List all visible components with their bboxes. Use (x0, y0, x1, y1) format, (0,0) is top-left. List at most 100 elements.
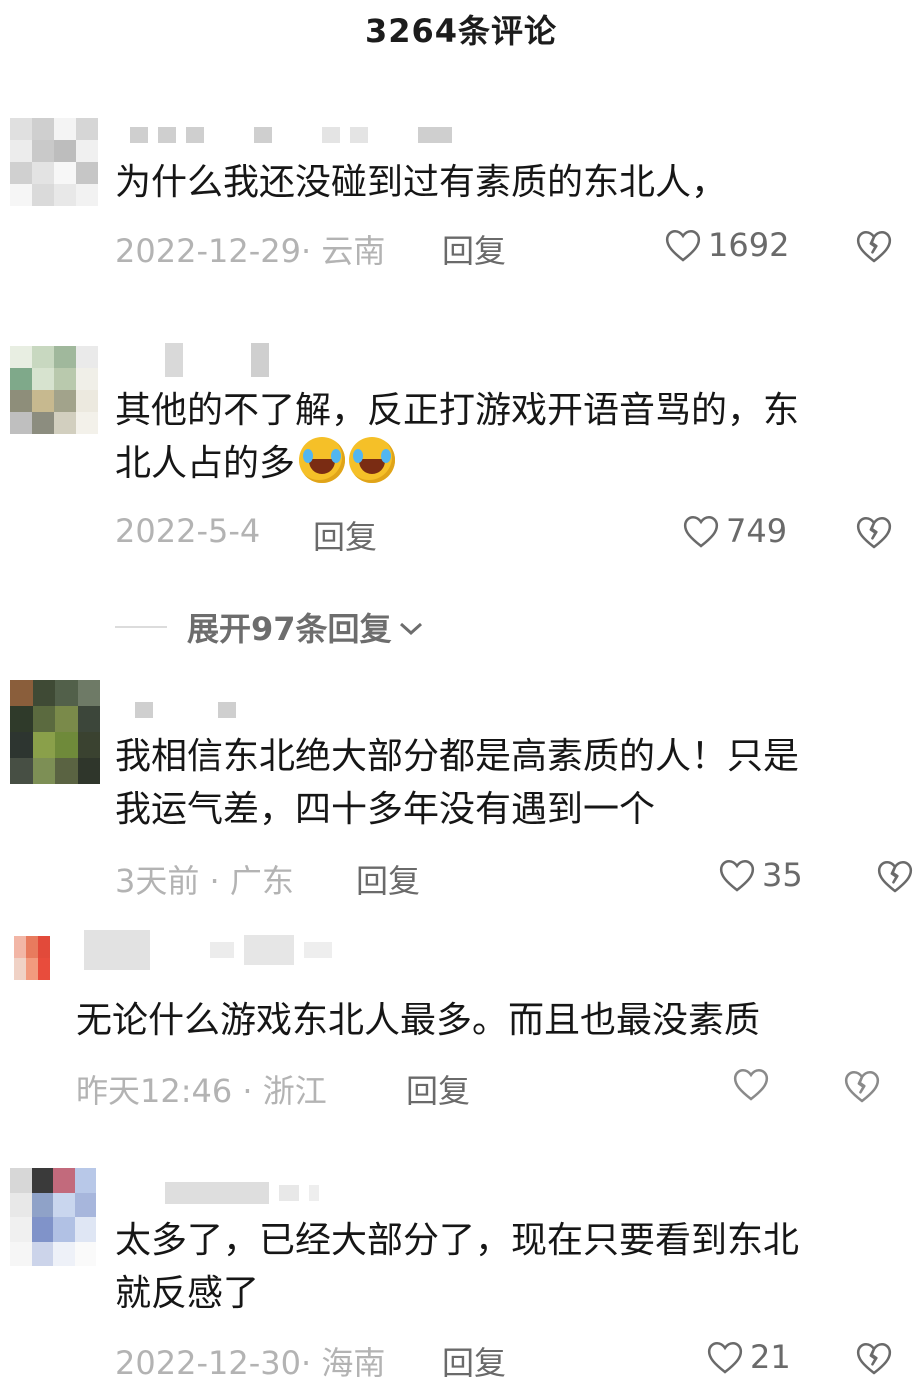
avatar-pixel (10, 390, 32, 412)
avatar-pixel (10, 346, 32, 368)
like-button[interactable]: 1692 (664, 226, 789, 264)
dislike-button[interactable] (855, 228, 893, 264)
avatar-pixel (54, 184, 76, 206)
avatar-pixel (53, 1192, 75, 1217)
avatar-pixel (76, 368, 98, 390)
reply-button[interactable]: 回复 (356, 856, 420, 902)
avatar-pixel (10, 412, 32, 434)
chevron-down-icon (398, 608, 424, 646)
comment-time-location: 昨天12:46 · 浙江 (76, 1072, 327, 1110)
avatar-pixel (31, 1192, 53, 1217)
avatar-pixel (77, 758, 100, 784)
avatar-pixel (53, 1217, 75, 1242)
avatar-pixel (26, 958, 38, 980)
avatar-pixel (54, 118, 76, 140)
like-button[interactable]: 35 (718, 856, 803, 894)
avatar-pixel (76, 390, 98, 412)
dislike-button[interactable] (843, 1068, 881, 1104)
broken-heart-icon (876, 858, 914, 894)
avatar-pixel (76, 118, 98, 140)
like-button[interactable]: 21 (706, 1338, 791, 1376)
like-count: 21 (750, 1338, 791, 1376)
dislike-button[interactable] (855, 514, 893, 550)
avatar-pixel (10, 1241, 32, 1266)
avatar[interactable] (10, 1168, 96, 1266)
comment-time-location: 2022-5-4 (115, 512, 261, 550)
avatar-pixel (32, 390, 54, 412)
like-button[interactable]: 749 (682, 512, 787, 550)
username-redacted[interactable] (135, 695, 236, 725)
avatar-pixel (26, 936, 38, 958)
comment-time-location: 2022-12-29· 云南 (115, 232, 386, 270)
avatar-pixel (10, 118, 32, 140)
expand-replies-label: 展开97条回复 (187, 610, 392, 648)
face-with-tears-of-joy-icon (299, 437, 346, 483)
avatar-pixel (77, 680, 100, 706)
dislike-button[interactable] (855, 1340, 893, 1376)
comment-text: 我相信东北绝大部分都是高素质的人！只是 我运气差，四十多年没有遇到一个 (115, 736, 800, 830)
username-redacted[interactable] (165, 1178, 319, 1208)
heart-icon (682, 513, 720, 549)
avatar[interactable] (10, 346, 98, 434)
avatar-pixel (10, 1168, 32, 1193)
avatar-pixel (10, 706, 33, 732)
comment-text-body: 其他的不了解，反正打游戏开语音骂的，东 北人占的多 (115, 390, 800, 484)
avatar-pixel (74, 1192, 96, 1217)
comment-text: 为什么我还没碰到过有素质的东北人， (115, 162, 728, 203)
avatar-pixel (76, 162, 98, 184)
like-button[interactable] (732, 1066, 776, 1102)
avatar-pixel (74, 1217, 96, 1242)
avatar-pixel (32, 140, 54, 162)
avatar-pixel (54, 390, 76, 412)
avatar-pixel (32, 412, 54, 434)
heart-icon (664, 227, 702, 263)
comment-text: 太多了，已经大部分了，现在只要看到东北 就反感了 (115, 1220, 800, 1314)
avatar[interactable] (10, 680, 100, 784)
avatar-pixel (32, 162, 54, 184)
broken-heart-icon (855, 228, 893, 264)
reply-button[interactable]: 回复 (313, 512, 377, 558)
avatar-pixel (55, 758, 78, 784)
avatar[interactable] (14, 936, 62, 980)
like-count: 1692 (708, 226, 790, 264)
avatar-pixel (54, 162, 76, 184)
avatar-pixel (76, 346, 98, 368)
avatar-pixel (74, 1168, 96, 1193)
username-redacted[interactable] (130, 120, 452, 150)
avatar-pixel (32, 118, 54, 140)
username-redacted[interactable] (84, 930, 332, 970)
comment-count-title: 3264条评论 (364, 12, 558, 50)
avatar-pixel (10, 140, 32, 162)
expand-replies-button[interactable]: 展开97条回复 (115, 604, 424, 650)
avatar-pixel (76, 184, 98, 206)
reply-button[interactable]: 回复 (442, 1338, 506, 1384)
broken-heart-icon (843, 1068, 881, 1104)
heart-icon (706, 1339, 744, 1375)
like-count: 749 (726, 512, 788, 550)
avatar-pixel (54, 412, 76, 434)
comment-time-location: 2022-12-30· 海南 (115, 1344, 386, 1382)
divider (115, 626, 167, 628)
reply-button[interactable]: 回复 (442, 226, 506, 272)
avatar-pixel (54, 346, 76, 368)
avatar-pixel (10, 1217, 32, 1242)
heart-icon (732, 1066, 770, 1102)
avatar-pixel (10, 680, 33, 706)
avatar-pixel (32, 732, 55, 758)
broken-heart-icon (855, 1340, 893, 1376)
reply-button[interactable]: 回复 (406, 1066, 470, 1112)
dislike-button[interactable] (876, 858, 914, 894)
avatar-pixel (32, 680, 55, 706)
avatar-pixel (76, 140, 98, 162)
avatar[interactable] (10, 118, 98, 206)
avatar-pixel (32, 346, 54, 368)
username-redacted[interactable] (165, 343, 269, 377)
face-with-tears-of-joy-icon (349, 437, 396, 483)
avatar-pixel (32, 184, 54, 206)
avatar-pixel (14, 936, 26, 958)
avatar-pixel (50, 958, 62, 980)
comment-time-location: 3天前 · 广东 (115, 862, 294, 900)
avatar-pixel (77, 706, 100, 732)
avatar-pixel (32, 758, 55, 784)
avatar-pixel (31, 1241, 53, 1266)
